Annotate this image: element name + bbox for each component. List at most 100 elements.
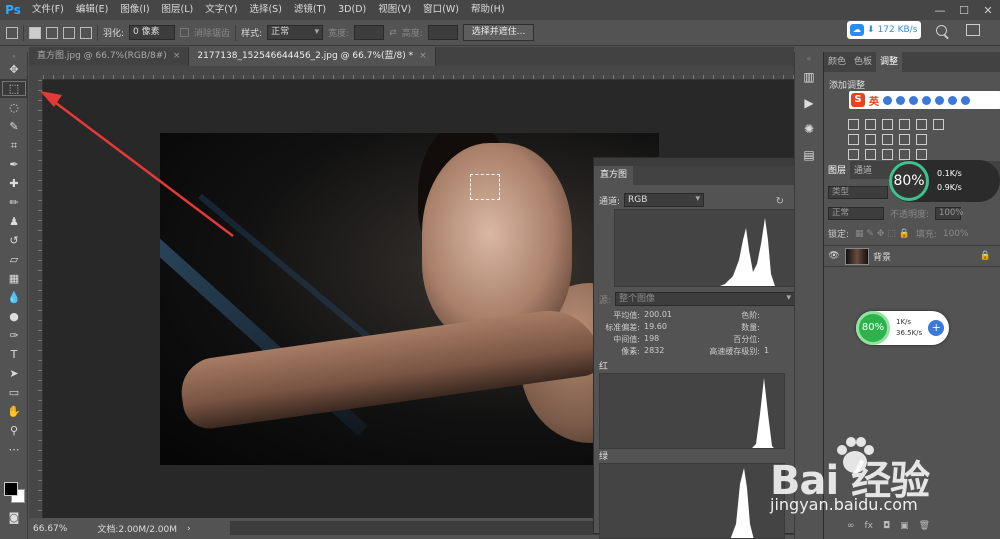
pen-tool-icon[interactable]: ✑ [0, 326, 28, 345]
system-monitor-widget[interactable]: 80% 0.1K/s 0.9K/s [889, 160, 1000, 202]
layer-name[interactable]: 背景 [873, 250, 891, 263]
menu-window[interactable]: 窗口(W) [417, 0, 465, 20]
visibility-eye-icon[interactable]: 👁 [827, 251, 841, 261]
close-icon[interactable]: × [173, 51, 181, 61]
channel-mixer-icon[interactable] [899, 134, 910, 145]
vertical-ruler[interactable] [29, 80, 43, 518]
width-input[interactable] [354, 25, 385, 40]
tab-channels[interactable]: 通道 [850, 161, 876, 181]
tab-swatches[interactable]: 色板 [850, 52, 876, 72]
swap-icon[interactable]: ⇄ [389, 28, 397, 38]
punct-icon[interactable] [896, 95, 905, 105]
menu-file[interactable]: 文件(F) [26, 0, 70, 20]
gradient-map-icon[interactable] [899, 149, 910, 160]
add-selection-icon[interactable] [46, 26, 58, 39]
marquee-selection[interactable] [470, 174, 500, 200]
search-icon[interactable] [936, 25, 947, 36]
bw-icon[interactable] [865, 134, 876, 145]
hand-tool-icon[interactable]: ✋ [0, 402, 28, 421]
menu-edit[interactable]: 编辑(E) [70, 0, 114, 20]
eraser-tool-icon[interactable]: ▱ [0, 250, 28, 269]
more-tools-icon[interactable]: ⋯ [0, 440, 28, 459]
intersect-selection-icon[interactable] [80, 26, 92, 39]
vibrance-icon[interactable] [916, 119, 927, 130]
tab-adjustments[interactable]: 调整 [876, 52, 903, 72]
brush-settings-icon[interactable]: ✺ [795, 116, 823, 142]
menu-filter[interactable]: 滤镜(T) [288, 0, 332, 20]
keyboard-icon[interactable] [922, 95, 931, 105]
tab-histogram[interactable]: 直方图 [594, 166, 634, 185]
lock-icons[interactable]: ▦ ✎ ✥ ⬚ 🔒 [855, 229, 910, 239]
quick-select-tool-icon[interactable]: ✎ [0, 117, 28, 136]
exposure-icon[interactable] [899, 119, 910, 130]
mic-icon[interactable] [909, 95, 918, 105]
tab-layers[interactable]: 图层 [824, 161, 851, 181]
zoom-level[interactable]: 66.67% [33, 524, 67, 534]
zoom-tool-icon[interactable]: ⚲ [0, 421, 28, 440]
photo-filter-icon[interactable] [882, 134, 893, 145]
horizontal-ruler[interactable] [43, 66, 794, 80]
menu-select[interactable]: 选择(S) [243, 0, 287, 20]
doc-tab-photo[interactable]: 2177138_152546644456_2.jpg @ 66.7%(蓝/8) … [189, 47, 436, 66]
subtract-selection-icon[interactable] [63, 26, 75, 39]
hue-icon[interactable] [933, 119, 944, 130]
ime-mode[interactable]: 英 [869, 93, 879, 108]
ime-toolbar[interactable]: S 英 [849, 91, 1000, 109]
brightness-icon[interactable] [848, 119, 859, 130]
quick-mask-icon[interactable]: ◙ [0, 508, 28, 527]
rect-marquee-tool-icon[interactable]: ⬚ [0, 79, 28, 98]
status-menu-arrow-icon[interactable]: › [187, 524, 191, 534]
skin-icon[interactable] [948, 95, 957, 105]
workspace-icon[interactable] [966, 24, 980, 36]
feather-input[interactable]: 0 像素 [129, 25, 176, 40]
tools-icon[interactable] [961, 95, 970, 105]
refresh-icon[interactable]: ↻ [776, 196, 784, 207]
layer-kind-filter[interactable]: 类型 [828, 186, 888, 199]
menu-layer[interactable]: 图层(L) [156, 0, 200, 20]
blur-tool-icon[interactable]: 💧 [0, 288, 28, 307]
dock-collapse-icon[interactable]: « [795, 52, 823, 64]
close-button[interactable]: ✕ [976, 0, 1000, 20]
antialias-checkbox[interactable] [180, 28, 190, 37]
dodge-tool-icon[interactable]: ● [0, 307, 28, 326]
posterize-icon[interactable] [865, 149, 876, 160]
shape-tool-icon[interactable]: ▭ [0, 383, 28, 402]
levels-icon[interactable] [865, 119, 876, 130]
gradient-tool-icon[interactable]: ▦ [0, 269, 28, 288]
style-select[interactable]: 正常 [267, 25, 324, 40]
minimize-button[interactable]: — [928, 0, 952, 20]
type-tool-icon[interactable]: T [0, 345, 28, 364]
blend-mode-select[interactable]: 正常 [828, 207, 884, 220]
actions-play-icon[interactable]: ▶ [795, 90, 823, 116]
menu-3d[interactable]: 3D(D) [332, 0, 372, 20]
menu-help[interactable]: 帮助(H) [465, 0, 511, 20]
history-brush-icon[interactable]: ↺ [0, 231, 28, 250]
foreground-color-swatch[interactable] [4, 482, 18, 496]
close-icon[interactable]: × [419, 51, 427, 61]
doc-tab-histogram[interactable]: 直方图.jpg @ 66.7%(RGB/8#) × [29, 47, 190, 66]
panel-drag-bar[interactable] [594, 158, 814, 166]
channel-select[interactable]: RGB [624, 193, 705, 207]
crop-tool-icon[interactable]: ⌗ [0, 136, 28, 155]
fill-value[interactable]: 100% [943, 229, 969, 239]
color-balance-icon[interactable] [848, 134, 859, 145]
brush-tool-icon[interactable]: ✏ [0, 193, 28, 212]
layer-row-background[interactable]: 👁 背景 🔒 [824, 245, 1000, 267]
marquee-preset-icon[interactable] [6, 26, 18, 39]
select-and-mask-button[interactable]: 选择并遮住... [462, 24, 535, 41]
path-select-icon[interactable]: ➤ [0, 364, 28, 383]
eyedropper-tool-icon[interactable]: ✒ [0, 155, 28, 174]
menu-image[interactable]: 图像(I) [114, 0, 155, 20]
net-speed-widget[interactable]: ☁ ⬇ 172 KB/s [847, 21, 921, 39]
new-selection-icon[interactable] [29, 26, 41, 39]
info-panel-icon[interactable]: ▤ [795, 142, 823, 168]
clone-stamp-icon[interactable]: ♟ [0, 212, 28, 231]
expand-plus-icon[interactable]: + [928, 320, 945, 336]
menu-type[interactable]: 文字(Y) [199, 0, 243, 20]
source-select[interactable]: 整个图像 [615, 292, 796, 306]
selective-color-icon[interactable] [916, 149, 927, 160]
maximize-button[interactable]: ☐ [952, 0, 976, 20]
user-icon[interactable] [935, 95, 944, 105]
healing-brush-icon[interactable]: ✚ [0, 174, 28, 193]
lookup-icon[interactable] [916, 134, 927, 145]
